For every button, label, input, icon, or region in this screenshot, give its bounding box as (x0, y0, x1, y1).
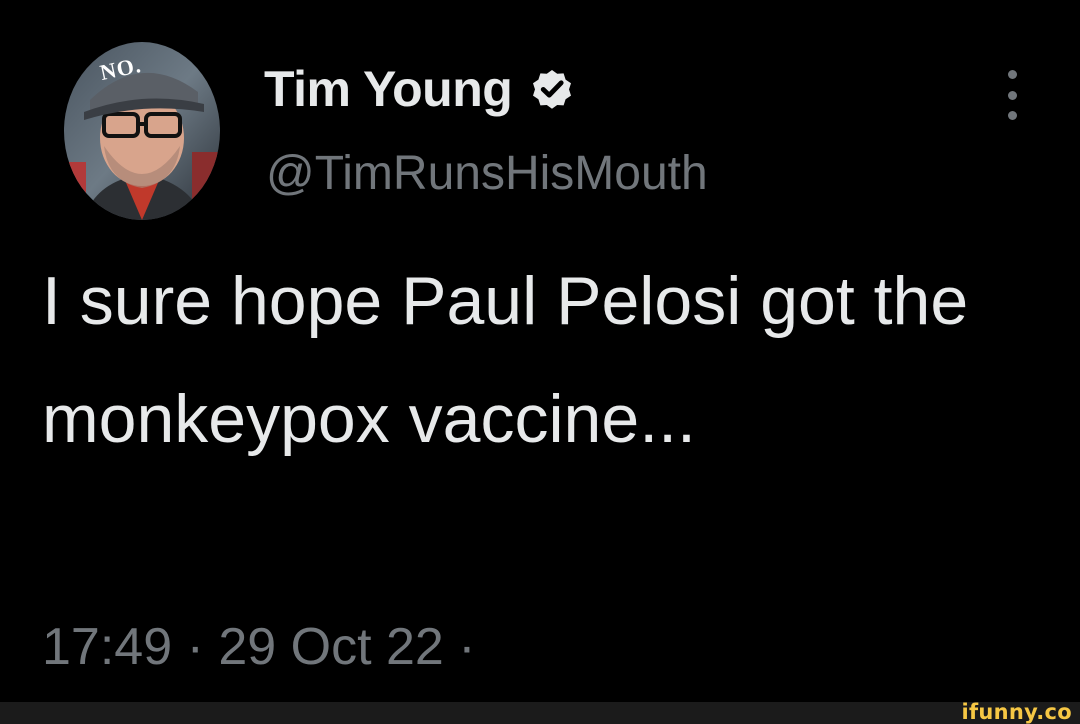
meta-separator-trailing: · (458, 618, 476, 676)
tweet-screenshot: NO. Tim Young @TimRunsHisMouth I sure ho… (0, 0, 1080, 724)
more-dot (1007, 70, 1017, 79)
verified-badge-icon (528, 65, 576, 113)
tweet-timestamp: 17:49 · 29 Oct 22 · (42, 617, 476, 677)
username-handle[interactable]: @TimRunsHisMouth (266, 146, 708, 201)
avatar[interactable]: NO. (64, 42, 220, 220)
meta-separator: · (186, 618, 204, 676)
tweet-time[interactable]: 17:49 (42, 618, 172, 676)
author-name-row: Tim Young (264, 50, 576, 128)
watermark-logo: ifunny.co (961, 700, 1072, 724)
tweet-date[interactable]: 29 Oct 22 (218, 618, 443, 676)
more-dot (1007, 111, 1017, 120)
more-vertical-icon[interactable] (998, 70, 1026, 120)
tweet-text: I sure hope Paul Pelosi got the monkeypo… (42, 263, 969, 457)
watermark-bar: ifunny.co (0, 700, 1080, 724)
display-name[interactable]: Tim Young (264, 60, 513, 118)
more-dot (1007, 90, 1017, 100)
